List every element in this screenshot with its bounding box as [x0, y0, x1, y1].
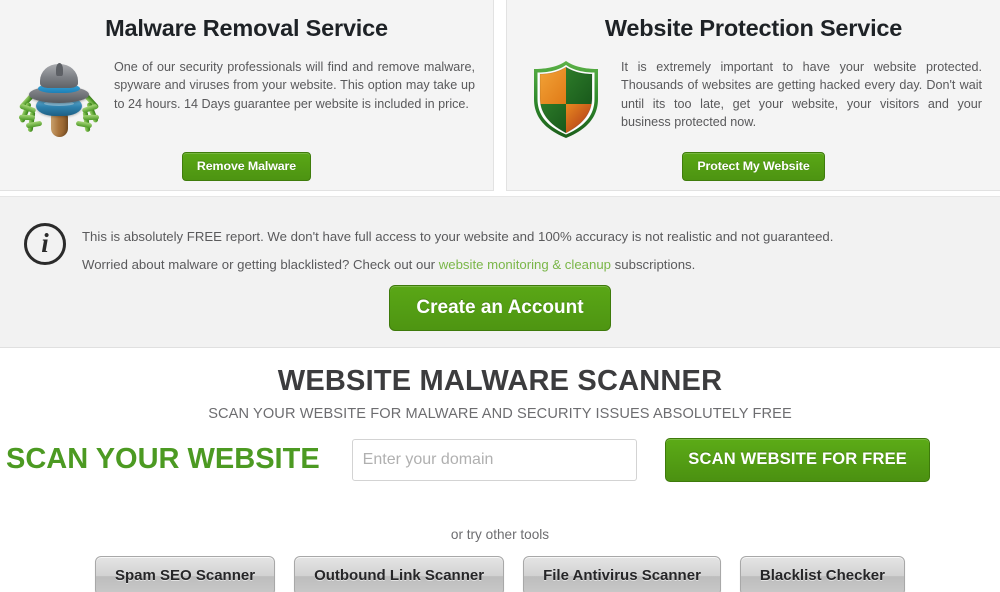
spider-hat-icon: [18, 58, 100, 140]
create-account-button-row: Create an Account: [18, 285, 982, 331]
service-description-website-protection: It is extremely important to have your w…: [621, 59, 982, 130]
spam-seo-scanner-button[interactable]: Spam SEO Scanner: [95, 555, 276, 592]
notice-line-2-after: subscriptions.: [611, 257, 696, 272]
service-title-website-protection: Website Protection Service: [604, 15, 903, 41]
free-report-notice: i This is absolutely FREE report. We don…: [0, 196, 1000, 348]
notice-inner: i This is absolutely FREE report. We don…: [18, 219, 982, 279]
website-monitoring-cleanup-link[interactable]: website monitoring & cleanup: [439, 257, 611, 272]
shield-icon: [525, 58, 607, 140]
page-title: WEBSITE MALWARE SCANNER: [277, 365, 723, 397]
services-row: Malware Removal Service One of our secur…: [0, 0, 1000, 196]
service-card-malware-removal: Malware Removal Service One of our secur…: [0, 0, 494, 191]
scan-website-for-free-button[interactable]: SCAN WEBSITE FOR FREE: [665, 437, 930, 482]
page-subtitle: SCAN YOUR WEBSITE FOR MALWARE AND SECURI…: [208, 405, 792, 422]
domain-input[interactable]: [351, 438, 638, 481]
remove-malware-button[interactable]: Remove Malware: [181, 151, 312, 182]
blacklist-checker-button[interactable]: Blacklist Checker: [739, 555, 905, 592]
create-an-account-button[interactable]: Create an Account: [389, 285, 611, 331]
scan-form-row: SCAN YOUR WEBSITE SCAN WEBSITE FOR FREE: [0, 436, 1000, 484]
notice-line-2: Worried about malware or getting blackli…: [82, 251, 982, 279]
info-circle-icon-glyph: i: [41, 227, 49, 258]
notice-line-1: This is absolutely FREE report. We don't…: [82, 229, 834, 244]
protect-my-website-button[interactable]: Protect My Website: [682, 151, 825, 182]
other-tools-row: Spam SEO Scanner Outbound Link Scanner F…: [0, 555, 1000, 592]
service-card-website-protection: Website Protection Service It is extreme…: [506, 0, 1000, 191]
shield-icon-art: [534, 60, 598, 138]
service-button-row-malware-removal: Remove Malware: [18, 151, 475, 182]
file-antivirus-scanner-button[interactable]: File Antivirus Scanner: [523, 555, 721, 592]
service-title-malware-removal: Malware Removal Service: [105, 15, 388, 41]
spider-hat-icon-art: [18, 58, 100, 140]
service-button-row-website-protection: Protect My Website: [525, 151, 982, 182]
service-body-website-protection: It is extremely important to have your w…: [525, 56, 982, 140]
other-tools-label: or try other tools: [450, 526, 550, 542]
website-malware-scanner-section: WEBSITE MALWARE SCANNER SCAN YOUR WEBSIT…: [0, 348, 1000, 592]
outbound-link-scanner-button[interactable]: Outbound Link Scanner: [294, 555, 505, 592]
scan-your-website-label: SCAN YOUR WEBSITE: [6, 443, 320, 476]
notice-line-2-before: Worried about malware or getting blackli…: [82, 257, 439, 272]
service-body-malware-removal: One of our security professionals will f…: [18, 56, 475, 140]
info-circle-icon: i: [24, 223, 66, 265]
service-description-malware-removal: One of our security professionals will f…: [114, 59, 475, 111]
notice-text-block: This is absolutely FREE report. We don't…: [82, 219, 982, 279]
